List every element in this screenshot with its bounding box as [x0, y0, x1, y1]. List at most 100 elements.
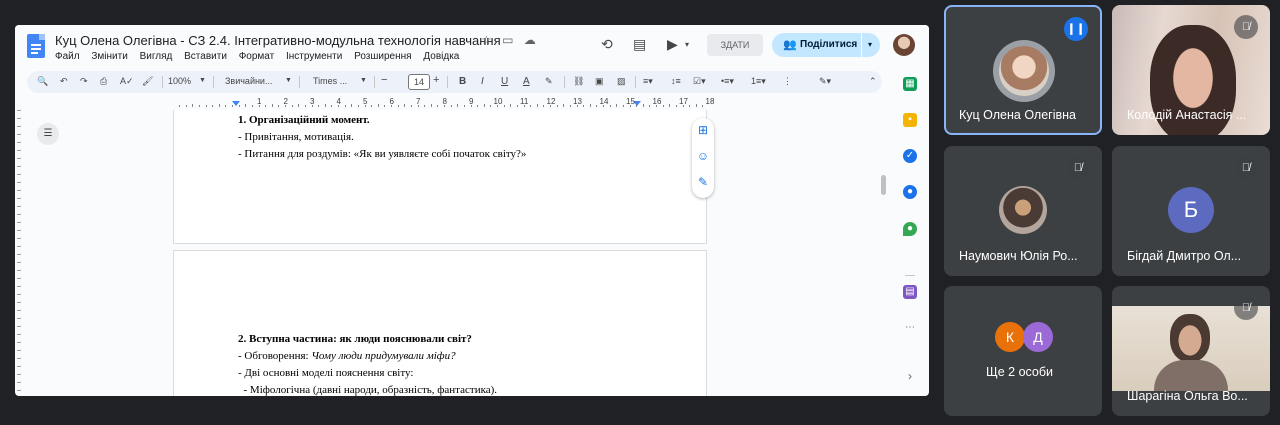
horizontal-ruler: 1 2 3 4 5 6 7 8 9 10 11 12 13 14 15 16 17 18	[173, 97, 733, 108]
meet-video-icon[interactable]: ▶	[667, 36, 678, 53]
vertical-ruler	[15, 110, 23, 396]
addon-icon[interactable]: ▤	[903, 285, 917, 299]
zoom-select[interactable]: 100%	[168, 76, 191, 86]
participant-tile-bihdai[interactable]: Б 🎙̸ Бігдай Дмитро Ол...	[1112, 146, 1270, 276]
video-body	[1154, 360, 1228, 391]
align-icon[interactable]: ≡▾	[643, 76, 653, 87]
keep-icon[interactable]: ▪	[903, 113, 917, 127]
star-icon[interactable]: ☆	[481, 33, 492, 47]
increase-font-size-icon[interactable]: +	[433, 74, 439, 86]
tasks-icon[interactable]: ✓	[903, 149, 917, 163]
move-folder-icon[interactable]: ▭	[502, 33, 513, 47]
ruler-tick	[17, 158, 21, 159]
bulleted-list-icon[interactable]: •≡▾	[721, 76, 734, 87]
font-size-input[interactable]: 14	[408, 74, 430, 90]
menu-edit[interactable]: Змінити	[91, 51, 127, 62]
toolbar-divider	[564, 76, 565, 88]
share-separator	[861, 33, 862, 57]
ruler-tick	[17, 126, 21, 127]
doc-title[interactable]: Куц Олена Олегівна - СЗ 2.4. Інтегративн…	[55, 33, 501, 48]
ruler-tick	[490, 105, 492, 107]
participant-tile-more[interactable]: К Д Ще 2 особи	[944, 286, 1102, 416]
text-color-icon[interactable]: A	[523, 76, 530, 87]
menu-extensions[interactable]: Розширення	[354, 51, 411, 62]
document-outline-icon[interactable]: ☰	[37, 123, 59, 145]
bold-icon[interactable]: B	[459, 76, 466, 87]
ruler-tick	[17, 318, 21, 319]
ruler-tick	[192, 104, 194, 107]
search-icon[interactable]: 🔍	[37, 76, 48, 87]
menu-view[interactable]: Вигляд	[140, 51, 173, 62]
ruler-tick	[17, 198, 21, 199]
chevron-down-icon[interactable]: ▼	[360, 77, 367, 84]
comments-icon[interactable]: ▤	[633, 36, 646, 53]
participant-tile-kolodii[interactable]: 🎙̸ Колодій Анастасія ...	[1112, 5, 1270, 135]
scrollbar[interactable]	[881, 175, 886, 195]
doc-page-2[interactable]: 2. Вступна частина: як люди пояснювали с…	[173, 250, 707, 396]
meet-dropdown-icon[interactable]: ▾	[685, 40, 689, 49]
account-avatar[interactable]	[893, 34, 915, 56]
maps-icon[interactable]: ●	[903, 222, 917, 236]
avatar: Б	[1168, 187, 1214, 233]
ruler-tick	[304, 105, 306, 107]
format-toolbar: 🔍 ↶ ↷ ⎙ A✓ 🖌 100% ▼ Звичайни... ▼ Times …	[27, 71, 882, 93]
ruler-tick	[17, 246, 21, 247]
participant-tile-naumovych[interactable]: 🎙̸ Наумович Юлія Ро...	[944, 146, 1102, 276]
ruler-tick	[563, 104, 565, 107]
ruler-tick	[17, 182, 21, 183]
ruler-tick	[265, 105, 267, 107]
participant-tile-kuts[interactable]: ❙❙ Куц Олена Олегівна	[944, 5, 1102, 135]
checklist-icon[interactable]: ☑▾	[693, 76, 706, 87]
editing-mode-icon[interactable]: ✎▾	[819, 76, 831, 87]
ruler-tick	[457, 104, 459, 107]
menu-help[interactable]: Довідка	[423, 51, 459, 62]
paint-format-icon[interactable]: 🖌	[142, 76, 153, 87]
more-options-icon[interactable]: ⋮	[783, 76, 792, 87]
turn-in-button[interactable]: ЗДАТИ	[707, 34, 763, 56]
cloud-status-icon[interactable]: ☁	[524, 33, 536, 47]
version-history-icon[interactable]: ⟲	[601, 36, 613, 53]
expand-panel-icon[interactable]: ›	[903, 369, 917, 383]
insert-link-icon[interactable]: ⛓	[573, 76, 584, 87]
paragraph-line: - Міфологічна (давні народи, образність,…	[238, 384, 498, 396]
numbered-list-icon[interactable]: 1≡▾	[751, 76, 766, 87]
ruler-tick	[543, 105, 545, 107]
share-button[interactable]: 👥 Поділитися ▾	[772, 33, 880, 57]
decrease-font-size-icon[interactable]: −	[381, 74, 387, 86]
italic-icon[interactable]: I	[481, 76, 484, 87]
chevron-down-icon[interactable]: ▼	[285, 77, 292, 84]
add-comment-icon[interactable]: ▣	[595, 76, 604, 87]
participant-tile-sharahina[interactable]: 🎙̸ Шарагіна Ольга Во...	[1112, 286, 1270, 416]
print-icon[interactable]: ⎙	[100, 76, 107, 87]
ruler-tick	[510, 104, 512, 107]
add-comment-icon[interactable]: ⊞	[692, 123, 714, 137]
chevron-down-icon[interactable]: ▼	[199, 77, 206, 84]
spellcheck-icon[interactable]: A✓	[120, 76, 134, 87]
undo-icon[interactable]: ↶	[60, 76, 68, 87]
doc-page-1[interactable]: 1. Організаційний момент. - Привітання, …	[173, 110, 707, 244]
ruler-number: 11	[520, 97, 529, 106]
share-dropdown-icon[interactable]: ▾	[868, 33, 872, 57]
menu-tools[interactable]: Інструменти	[286, 51, 342, 62]
menu-format[interactable]: Формат	[239, 51, 275, 62]
calendar-icon[interactable]: ▦	[903, 77, 917, 91]
google-docs-logo-icon[interactable]	[27, 34, 45, 58]
line-spacing-icon[interactable]: ↕≡	[671, 76, 681, 86]
paragraph-style-select[interactable]: Звичайни...	[225, 76, 272, 86]
contacts-icon[interactable]: ●	[903, 185, 917, 199]
collapse-toolbar-icon[interactable]: ⌃	[869, 76, 877, 87]
redo-icon[interactable]: ↷	[80, 76, 88, 87]
add-emoji-reaction-icon[interactable]: ☺	[692, 149, 714, 163]
menu-insert[interactable]: Вставити	[184, 51, 227, 62]
more-addons-icon[interactable]: ⋯	[903, 321, 917, 335]
menu-file[interactable]: Файл	[55, 51, 80, 62]
highlight-color-icon[interactable]: ✎	[545, 76, 553, 87]
font-select[interactable]: Times ...	[313, 76, 347, 86]
ruler-tick	[702, 105, 704, 107]
insert-image-icon[interactable]: ▨	[617, 76, 626, 87]
ruler-tick	[17, 222, 21, 223]
ruler-tick	[609, 105, 611, 107]
ruler-tick	[17, 142, 21, 143]
underline-icon[interactable]: U	[501, 76, 508, 87]
suggest-edits-icon[interactable]: ✎	[692, 175, 714, 189]
